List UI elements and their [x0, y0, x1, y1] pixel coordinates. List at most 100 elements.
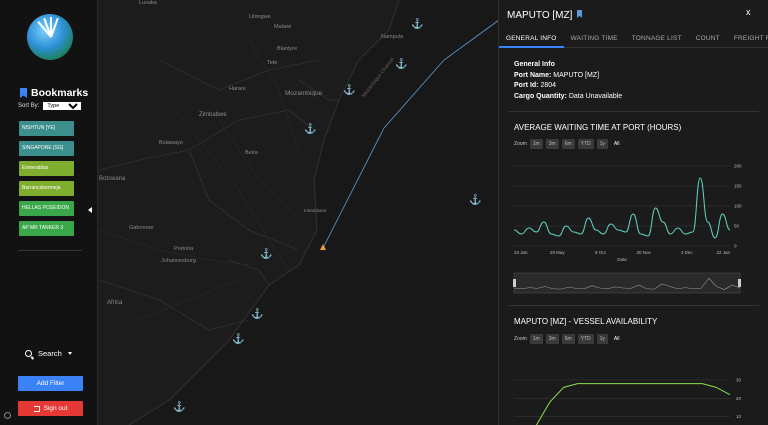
tab-tonnage-list[interactable]: TONNAGE LIST [625, 30, 689, 48]
bookmark-list: NISHTUN [YE] SINGAPORE [SG] Esmeraldas B… [19, 121, 74, 241]
zoom-all-button[interactable]: All [611, 334, 623, 344]
x-axis-label: Date [617, 257, 627, 262]
zoom-6m-button[interactable]: 6m [561, 139, 575, 149]
sign-out-icon [33, 405, 40, 412]
port-id-value: 2804 [540, 82, 557, 89]
divider [509, 305, 759, 306]
sign-out-label: Sign out [43, 405, 68, 412]
sort-by-select[interactable]: Type [43, 102, 82, 110]
map-label: Blantyre [277, 46, 298, 52]
port-anchor-icon[interactable]: ⚓ [260, 250, 272, 260]
close-button[interactable]: x [746, 7, 751, 17]
map-label: Zimbabwe [199, 112, 227, 118]
bookmark-icon [20, 88, 27, 98]
navigator-frame [513, 272, 741, 294]
zoom-6m-button[interactable]: 6m [561, 334, 575, 344]
map-label: Lilongwe [249, 14, 271, 20]
map-label: Inhambane [304, 208, 327, 213]
zoom-controls: Zoom 1m 3m 6m YTD 1y All [514, 139, 622, 149]
port-id-label: Port Id: [514, 82, 539, 89]
zoom-3m-button[interactable]: 3m [545, 334, 559, 344]
map-label: Lusaka [139, 0, 157, 6]
bookmark-item[interactable]: SINGAPORE [SG] [19, 141, 74, 156]
map-label: Harare [229, 86, 246, 92]
search-label: Search [38, 349, 62, 358]
port-anchor-icon[interactable]: ⚓ [232, 335, 244, 345]
port-anchor-icon[interactable]: ⚓ [251, 310, 263, 320]
search-toggle[interactable]: Search [25, 349, 72, 358]
chevron-down-icon [67, 352, 72, 355]
bookmark-icon[interactable] [577, 10, 582, 18]
waiting-chart-title: AVERAGE WAITING TIME AT PORT (HOURS) [514, 123, 682, 132]
zoom-1m-button[interactable]: 1m [529, 334, 543, 344]
x-tick-label: 20 Nov [636, 250, 651, 255]
bookmark-item[interactable]: NISHTUN [YE] [19, 121, 74, 136]
chart-navigator[interactable] [512, 271, 747, 297]
y-tick-label: 150 [734, 184, 742, 189]
bookmark-item[interactable]: Barrancabermeja [19, 181, 74, 196]
zoom-ytd-button[interactable]: YTD [577, 139, 594, 149]
availability-chart-title: MAPUTO [MZ] - VESSEL AVAILABILITY [514, 317, 658, 326]
cargo-label: Cargo Quantity: [514, 92, 567, 100]
add-filter-button[interactable]: Add Filter [18, 376, 83, 391]
x-tick-label: 9 Oct [595, 250, 607, 255]
y-tick-label: 50 [734, 224, 740, 229]
map-label: Africa [107, 300, 123, 306]
bookmark-item[interactable]: AP MR TANKER 3 [19, 221, 74, 236]
company-logo [27, 14, 73, 60]
map-label: Mozambique [285, 90, 323, 97]
x-tick-label: 29 May [550, 250, 566, 255]
bookmarks-heading: Bookmarks [20, 87, 88, 99]
y-tick-label: 100 [734, 204, 742, 209]
panel-tabs: GENERAL INFO WAITING TIME TONNAGE LIST C… [499, 30, 768, 48]
port-name-label: Port Name: [514, 71, 552, 79]
bookmarks-title: Bookmarks [31, 87, 89, 99]
tab-general-info[interactable]: GENERAL INFO [499, 30, 564, 48]
map-label: Johannesburg [161, 258, 196, 264]
zoom-1m-button[interactable]: 1m [529, 139, 543, 149]
collapse-arrow-icon[interactable] [88, 207, 92, 213]
map-label: Tete [267, 60, 278, 66]
search-icon [25, 350, 32, 357]
y-tick-label: 0 [734, 244, 737, 249]
port-anchor-icon[interactable]: ⚓ [304, 125, 316, 135]
zoom-all-button[interactable]: All [611, 139, 623, 149]
map-label: Gaborone [129, 225, 154, 231]
divider [18, 250, 82, 251]
port-name-value: MAPUTO [MZ] [553, 71, 600, 79]
y-tick-label: 200 [734, 164, 742, 169]
bookmark-item[interactable]: HELLAS POSEIDON [19, 201, 74, 216]
port-anchor-icon[interactable]: ⚓ [469, 196, 481, 206]
y-tick-label: 10 [736, 414, 742, 419]
zoom-1y-button[interactable]: 1y [596, 139, 608, 149]
map-label: Bulawayo [159, 140, 183, 146]
tab-count[interactable]: COUNT [689, 30, 727, 48]
zoom-label: Zoom [514, 141, 527, 147]
bookmark-item[interactable]: Esmeraldas [19, 161, 74, 176]
navigator-handle-left [513, 279, 516, 287]
series-line [513, 177, 731, 239]
port-anchor-icon[interactable]: ⚓ [343, 86, 355, 96]
y-tick-label: 20 [736, 396, 742, 401]
zoom-ytd-button[interactable]: YTD [577, 334, 594, 344]
zoom-controls: Zoom 1m 3m 6m YTD 1y All [514, 334, 622, 344]
tab-freight-rate[interactable]: FREIGHT RA [727, 30, 768, 48]
port-anchor-icon[interactable]: ⚓ [173, 403, 185, 413]
zoom-3m-button[interactable]: 3m [545, 139, 559, 149]
map-label: Nampula [381, 34, 404, 40]
port-anchor-icon[interactable]: ⚓ [411, 20, 423, 30]
panel-header: MAPUTO [MZ] x [499, 0, 768, 30]
general-info: General Info Port Name: MAPUTO [MZ] Port… [514, 60, 622, 102]
waiting-time-chart[interactable]: 0 50 100 150 200 23 Jan 29 May 9 Oct 20 Nov 4 Dec… [512, 158, 747, 266]
sort-by-label: Sort By: [18, 103, 40, 109]
zoom-label: Zoom [514, 336, 527, 342]
map-label: Botswana [99, 176, 126, 182]
vessel-availability-chart[interactable]: 102030Available Vessels [512, 362, 747, 425]
port-anchor-icon[interactable]: ⚓ [395, 60, 407, 70]
info-icon[interactable] [4, 412, 11, 419]
cargo-value: Data Unavailable [568, 92, 623, 100]
zoom-1y-button[interactable]: 1y [596, 334, 608, 344]
tab-waiting-time[interactable]: WAITING TIME [564, 30, 625, 48]
map-label: Pretoria [174, 246, 194, 252]
sign-out-button[interactable]: Sign out [18, 401, 83, 416]
